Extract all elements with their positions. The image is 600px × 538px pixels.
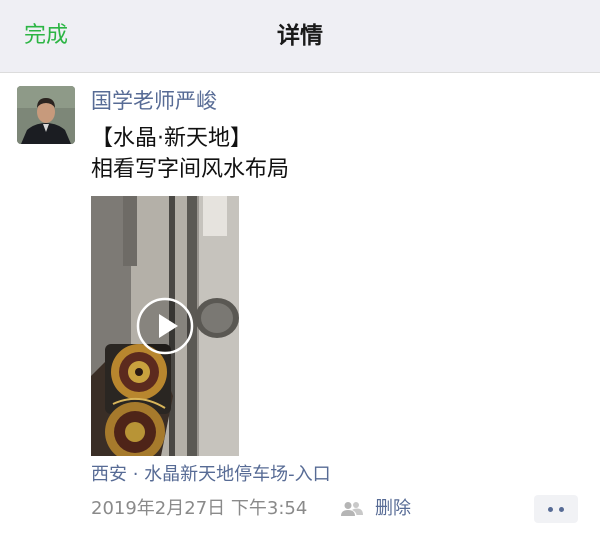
more-dot bbox=[548, 507, 553, 512]
navigation-bar: 完成 详情 bbox=[0, 0, 600, 73]
video-thumbnail[interactable] bbox=[91, 196, 239, 456]
moment-detail: 国学老师严峻 【水晶·新天地】 相看写字间风水布局 西安 · 水晶新天地停车场-… bbox=[0, 73, 600, 538]
avatar-photo bbox=[17, 86, 75, 144]
friends-icon bbox=[341, 502, 363, 516]
delete-button[interactable]: 删除 bbox=[375, 497, 411, 521]
avatar[interactable] bbox=[17, 86, 75, 144]
author-name[interactable]: 国学老师严峻 bbox=[91, 87, 217, 115]
post-meta: 2019年2月27日 下午3:54 删除 bbox=[91, 494, 586, 524]
play-icon[interactable] bbox=[135, 296, 195, 356]
post-text: 【水晶·新天地】 相看写字间风水布局 bbox=[91, 126, 290, 182]
more-dot bbox=[559, 507, 564, 512]
page-title: 详情 bbox=[277, 23, 323, 49]
location-link[interactable]: 西安 · 水晶新天地停车场-入口 bbox=[91, 463, 331, 487]
post-timestamp: 2019年2月27日 下午3:54 bbox=[91, 498, 308, 519]
more-dots-icon[interactable] bbox=[534, 495, 578, 523]
